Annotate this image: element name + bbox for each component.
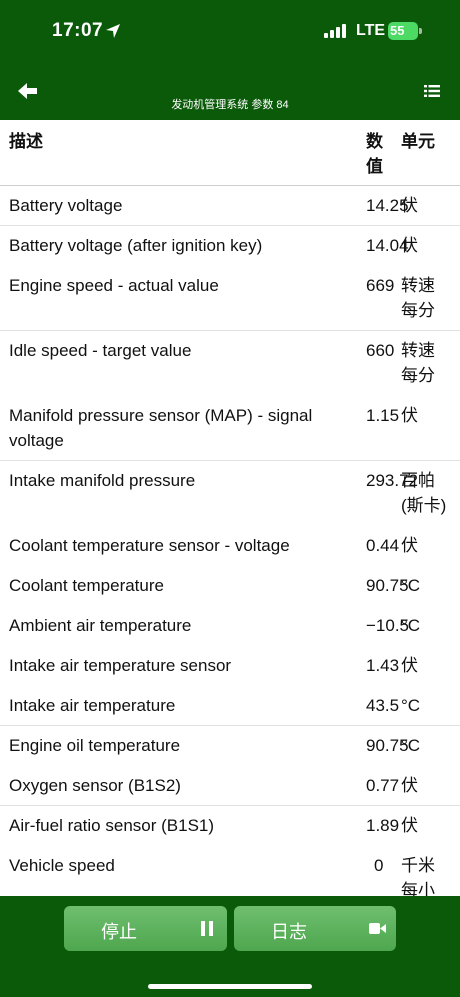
row-description: Battery voltage (after ignition key) (9, 236, 263, 255)
row-description: Intake manifold pressure (9, 471, 196, 490)
home-indicator (148, 984, 312, 989)
table-row: Oxygen sensor (B1S2) 0.77 伏 (0, 766, 460, 806)
table-row: Coolant temperature sensor - voltage 0.4… (0, 526, 460, 566)
row-unit: 转速每分 (401, 276, 435, 320)
table-header: 描述 数值 单元 (0, 120, 460, 186)
column-header-value: 数值 (366, 132, 383, 176)
stop-button[interactable]: 停止 (64, 906, 227, 951)
row-unit: 百帕(斯卡) (401, 471, 447, 515)
row-unit: °C (401, 576, 421, 595)
row-description: Engine speed - actual value (9, 276, 219, 295)
row-description: Air-fuel ratio sensor (B1S1) (9, 816, 215, 835)
column-header-unit: 单元 (401, 132, 435, 151)
table-row: Engine oil temperature 90.75 °C (0, 726, 460, 766)
log-label: 日志 (271, 922, 307, 942)
row-description: Engine oil temperature (9, 736, 181, 755)
network-type: LTE (356, 22, 386, 39)
row-unit: 转速每分 (401, 341, 435, 385)
signal-icon (324, 24, 346, 38)
table-row: Idle speed - target value 660 转速每分 (0, 331, 460, 396)
row-description: Oxygen sensor (B1S2) (9, 776, 181, 795)
table-row: Engine speed - actual value 669 转速每分 (0, 266, 460, 331)
row-description: Idle speed - target value (9, 341, 192, 360)
row-value: 1.15 (366, 406, 400, 425)
row-unit: 伏 (401, 816, 418, 835)
table-row: Intake manifold pressure 293.72 百帕(斯卡) (0, 461, 460, 526)
row-unit: 千米每小时 (401, 856, 435, 896)
row-unit: °C (401, 696, 421, 715)
row-value: 669 (366, 276, 395, 295)
table-row: Air-fuel ratio sensor (B1S1) 1.89 伏 (0, 806, 460, 846)
battery-level: 55 (390, 23, 405, 38)
row-description: Coolant temperature sensor - voltage (9, 536, 290, 555)
row-value: 1.43 (366, 656, 400, 675)
row-unit: 伏 (401, 406, 418, 425)
pause-icon (201, 921, 213, 936)
row-description: Ambient air temperature (9, 616, 192, 635)
column-header-description: 描述 (9, 132, 43, 151)
page-title: 发动机管理系统 参数 84 (171, 99, 289, 111)
row-value: 1.89 (366, 816, 400, 835)
parameter-list[interactable]: Battery voltage 14.25 伏 Battery voltage … (0, 186, 460, 896)
bottom-bar: 停止 日志 (0, 896, 460, 997)
row-description: Intake air temperature sensor (9, 656, 232, 675)
row-unit: 伏 (401, 776, 418, 795)
video-camera-icon (369, 923, 386, 934)
table-row: Battery voltage 14.25 伏 (0, 186, 460, 226)
status-time: 17:07 (52, 20, 104, 41)
table-row: Intake air temperature sensor 1.43 伏 (0, 646, 460, 686)
row-value: 0.44 (366, 536, 400, 555)
row-unit: 伏 (401, 536, 418, 555)
row-description: Manifold pressure sensor (MAP) - signal … (9, 406, 313, 450)
row-description: Coolant temperature (9, 576, 164, 595)
table-row: Ambient air temperature −10.5 °C (0, 606, 460, 646)
row-description: Battery voltage (9, 196, 123, 215)
row-description: Vehicle speed (9, 856, 115, 875)
row-description: Intake air temperature (9, 696, 176, 715)
row-unit: °C (401, 736, 421, 755)
table-row: Coolant temperature 90.75 °C (0, 566, 460, 606)
table-row: Intake air temperature 43.5 °C (0, 686, 460, 726)
table-row: Manifold pressure sensor (MAP) - signal … (0, 396, 460, 461)
app-header: 17:07 LTE 55 发动机管理系统 参数 84 (0, 0, 460, 120)
table-row: Vehicle speed 0 千米每小时 (0, 846, 460, 896)
row-value: 0.77 (366, 776, 400, 795)
row-unit: °C (401, 616, 421, 635)
table-row: Battery voltage (after ignition key) 14.… (0, 226, 460, 266)
stop-label: 停止 (101, 922, 137, 942)
row-value: 0 (374, 856, 384, 875)
log-button[interactable]: 日志 (234, 906, 396, 951)
row-value: 43.5 (366, 696, 400, 715)
row-unit: 伏 (401, 196, 418, 215)
row-value: 660 (366, 341, 395, 360)
row-unit: 伏 (401, 656, 418, 675)
row-unit: 伏 (401, 236, 418, 255)
list-menu-icon[interactable] (424, 84, 440, 98)
battery-icon: 55 (388, 22, 422, 40)
location-arrow-icon (106, 24, 120, 38)
